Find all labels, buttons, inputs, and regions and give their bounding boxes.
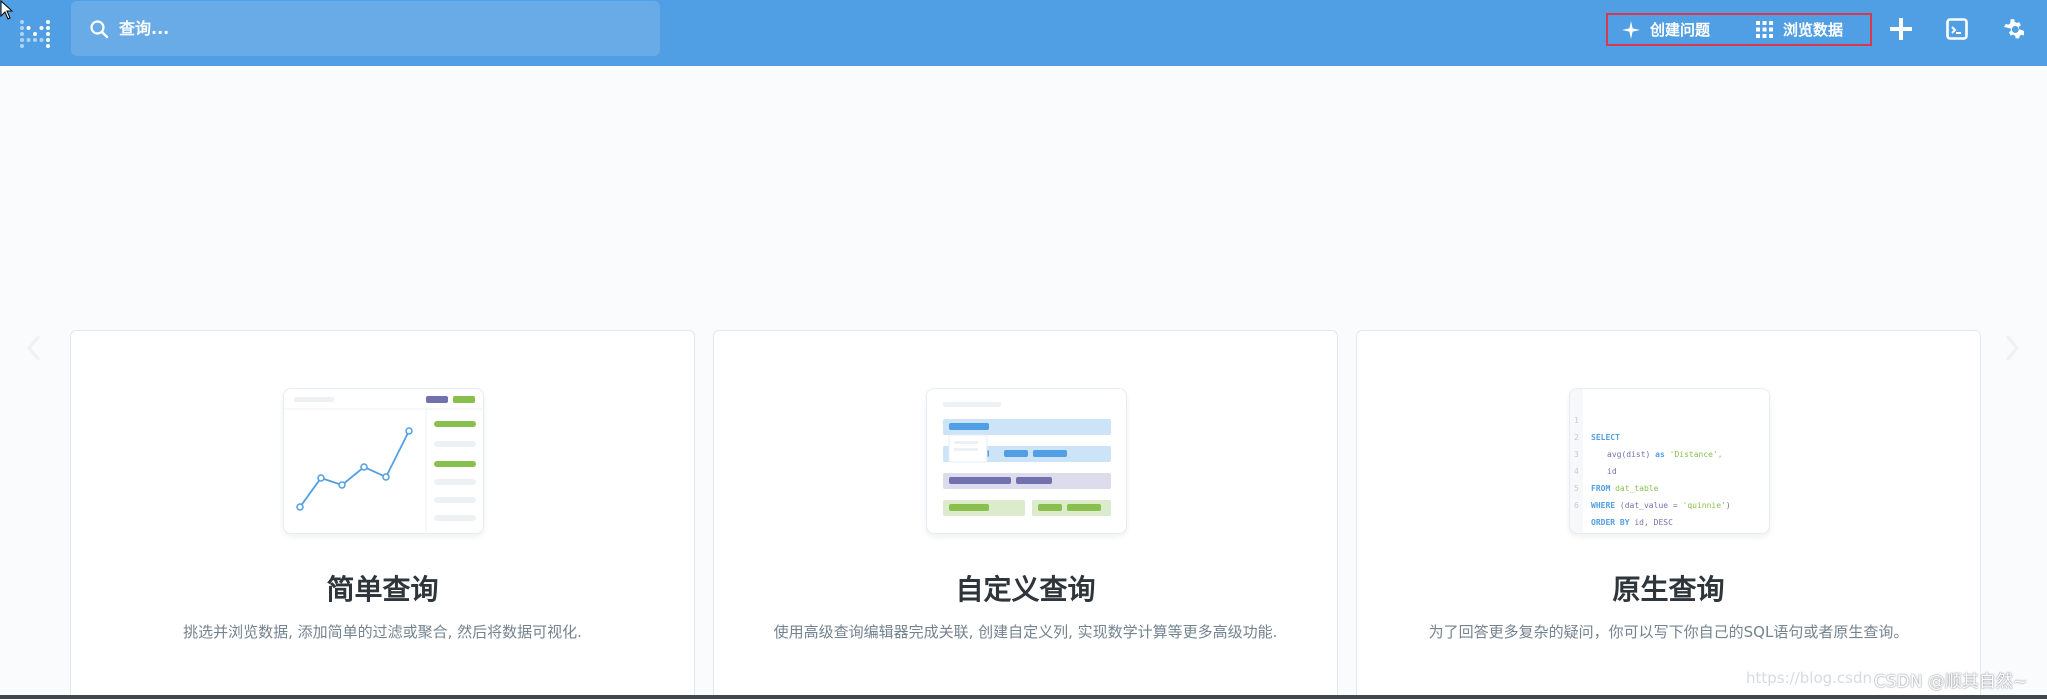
plus-icon [1890,18,1912,40]
watermark-url: https://blog.csdn [1746,669,1873,687]
sql-condition: (dat_value = [1619,501,1683,510]
top-navigation-bar: 创建问题 浏览数据 [0,0,2047,66]
card-description: 挑选并浏览数据, 添加简单的过滤或聚合, 然后将数据可视化. [183,623,582,641]
grid-icon [1756,21,1773,38]
simple-query-card[interactable]: 简单查询 挑选并浏览数据, 添加简单的过滤或聚合, 然后将数据可视化. [70,330,695,699]
watermark-author: CSDN @顺其自然~ [1874,672,2028,692]
card-title: 简单查询 [326,573,439,606]
create-question-label: 创建问题 [1650,21,1711,39]
native-query-illustration: 1 SELECT 2 avg(dist) as 'Distance', 3 id… [1569,388,1770,534]
card-description: 使用高级查询编辑器完成关联, 创建自定义列, 实现数学计算等更多高级功能. [773,623,1278,641]
search-icon [90,19,109,38]
chevron-left-icon [27,335,41,361]
sql-keyword: ORDER BY [1591,518,1635,527]
native-query-card[interactable]: 1 SELECT 2 avg(dist) as 'Distance', 3 id… [1356,330,1981,699]
create-question-button[interactable]: 创建问题 [1622,13,1710,46]
settings-button[interactable] [1998,14,2028,44]
gear-icon [2004,19,2024,39]
browse-data-label: 浏览数据 [1783,21,1844,39]
sql-string: 'quinnie' [1682,501,1726,510]
bottom-divider [0,695,2047,699]
carousel-next-button[interactable] [2002,333,2022,363]
sql-editor-icon [1946,18,1968,40]
card-description: 为了回答更多复杂的疑问，你可以写下你自己的SQL语句或者原生查询。 [1428,623,1909,641]
sql-paren: ) [1725,501,1731,510]
sparkle-icon [1622,20,1640,39]
card-title: 自定义查询 [955,573,1096,606]
sql-editor-button[interactable] [1942,14,1972,44]
custom-query-illustration [926,388,1127,534]
search-bar[interactable] [71,1,660,56]
line-number: 6 [1574,501,1579,510]
metabase-logo-icon[interactable] [16,14,54,52]
chevron-right-icon [2005,335,2019,361]
card-title: 原生查询 [1612,573,1725,606]
mouse-cursor-icon [0,0,14,20]
sql-code-sample: 1 SELECT 2 avg(dist) as 'Distance', 3 id… [1570,389,1769,533]
new-item-button[interactable] [1886,14,1916,44]
search-input[interactable] [119,19,639,38]
sql-order: id, DESC [1634,518,1673,527]
simple-query-illustration [283,388,484,534]
carousel-prev-button[interactable] [24,333,44,363]
custom-query-card[interactable]: 自定义查询 使用高级查询编辑器完成关联, 创建自定义列, 实现数学计算等更多高级… [713,330,1338,699]
browse-data-button[interactable]: 浏览数据 [1756,13,1843,46]
